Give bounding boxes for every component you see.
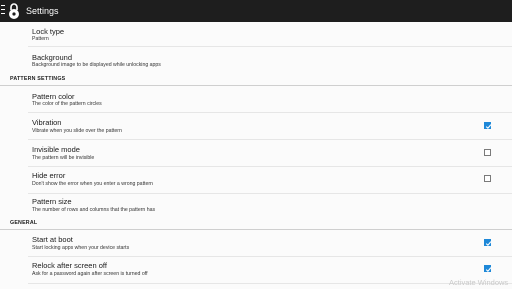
start-at-boot-checkbox[interactable]	[484, 239, 492, 247]
pref-vibration[interactable]: Vibration Vibrate when you slide over th…	[0, 113, 512, 139]
pref-background[interactable]: Background Background image to be displa…	[0, 47, 512, 73]
pref-title: Pattern color	[32, 92, 75, 101]
pref-title: Invisible mode	[32, 145, 80, 154]
pref-title: Lock type	[32, 27, 65, 36]
pref-relock-after-screen-off[interactable]: Relock after screen off Ask for a passwo…	[0, 257, 512, 283]
page-title: Settings	[26, 6, 59, 16]
settings-list: Lock type Pattern Background Background …	[0, 22, 512, 289]
divider	[28, 283, 512, 284]
section-header-pattern-settings: PATTERN SETTINGS	[10, 76, 66, 82]
pref-title: Background	[32, 53, 73, 62]
menu-icon[interactable]	[1, 5, 5, 16]
check-icon	[485, 267, 492, 273]
pref-summary: Ask for a password again after screen is…	[32, 271, 148, 277]
section-header-general: GENERAL	[10, 220, 38, 226]
check-icon	[485, 241, 492, 247]
pref-invisible-mode[interactable]: Invisible mode The pattern will be invis…	[0, 140, 512, 166]
pref-summary: Pattern	[32, 36, 49, 42]
pref-summary: Vibrate when you slide over the pattern	[32, 128, 122, 134]
pref-summary: Background image to be displayed while u…	[32, 62, 161, 68]
pref-title: Pattern size	[32, 197, 72, 206]
pref-title: Start at boot	[32, 235, 73, 244]
hide-error-checkbox[interactable]	[484, 175, 491, 182]
pref-summary: Start locking apps when your device star…	[32, 245, 130, 251]
pref-start-at-boot[interactable]: Start at boot Start locking apps when yo…	[0, 230, 512, 256]
pref-hide-error[interactable]: Hide error Don't show the error when you…	[0, 167, 512, 193]
relock-checkbox[interactable]	[484, 265, 492, 273]
pref-title: Hide error	[32, 171, 66, 180]
pref-summary: The pattern will be invisible	[32, 155, 95, 161]
pref-summary: The number of rows and columns that the …	[32, 207, 156, 213]
pref-lock-type[interactable]: Lock type Pattern	[0, 22, 512, 46]
pref-summary: The color of the pattern circles	[32, 101, 102, 107]
lock-icon[interactable]	[7, 2, 21, 20]
vibration-checkbox[interactable]	[484, 122, 492, 130]
check-icon	[485, 124, 492, 130]
pref-title: Relock after screen off	[32, 261, 107, 270]
pref-summary: Don't show the error when you enter a wr…	[32, 181, 153, 187]
activate-windows-watermark: Activate Windows	[449, 278, 509, 287]
pref-title: Vibration	[32, 118, 62, 127]
pref-pattern-size[interactable]: Pattern size The number of rows and colu…	[0, 194, 512, 220]
title-bar: Settings	[0, 0, 512, 22]
pref-pattern-color[interactable]: Pattern color The color of the pattern c…	[0, 86, 512, 112]
invisible-mode-checkbox[interactable]	[484, 149, 491, 156]
